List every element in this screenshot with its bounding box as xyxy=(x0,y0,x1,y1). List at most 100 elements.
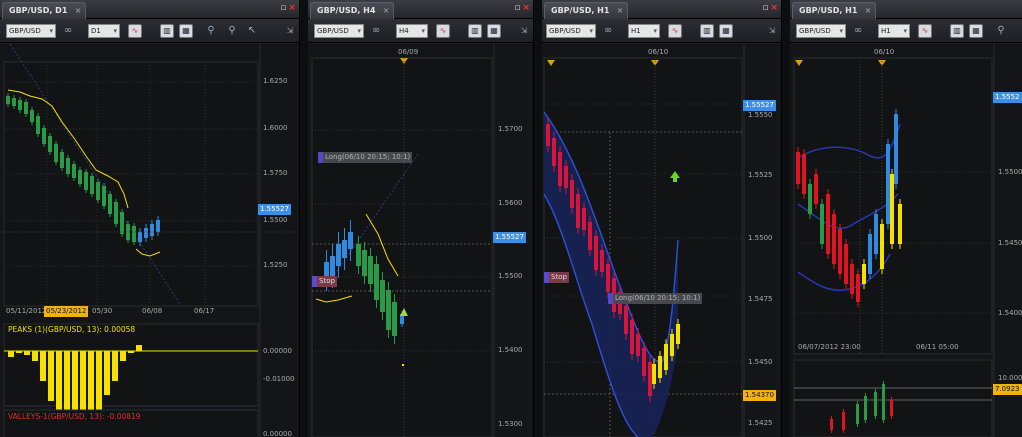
current-price-label: 1.55527 xyxy=(258,204,291,215)
chart-tab[interactable]: GBP/USD, H1 × xyxy=(792,2,877,19)
stop-order-label[interactable]: Stop xyxy=(544,272,569,283)
chart-pane-h1[interactable]: GBP/USD, H1× ▫× GBP/USD ∞ H1 ∿ ▥ ▦ ⇲ xyxy=(542,0,782,437)
long-order-label[interactable]: Long(06/10 20:15; 10:1) xyxy=(608,293,703,304)
indicator-scale-tick: 10.000 xyxy=(998,374,1022,382)
restore-icon[interactable]: ▫ xyxy=(514,3,520,13)
chart-area[interactable]: 06/09 Long(06/10 20:15; 10:1) Stop 1.570… xyxy=(308,44,533,437)
price-tick: 1.5750 xyxy=(263,169,288,177)
zoom-out-icon[interactable]: ⚲ xyxy=(226,24,238,38)
stop-order-label[interactable]: Stop xyxy=(312,276,337,287)
candle xyxy=(676,324,680,344)
grid-icon[interactable]: ▦ xyxy=(179,24,193,38)
candle xyxy=(630,320,634,354)
expand-icon[interactable]: ⇲ xyxy=(518,24,530,38)
candle xyxy=(652,364,656,384)
candle xyxy=(842,412,845,430)
zoom-in-icon[interactable]: ⚲ xyxy=(995,24,1007,38)
candle xyxy=(362,250,367,276)
layout-icon[interactable]: ▥ xyxy=(950,24,964,38)
grid-icon[interactable]: ▦ xyxy=(719,24,733,38)
chart-tab[interactable]: GBP/USD, H4 × xyxy=(310,2,395,19)
histogram-bar xyxy=(136,345,142,351)
chart-type-icon[interactable]: ∞ xyxy=(62,24,74,38)
long-order-label[interactable]: Long(06/10 20:15; 10:1) xyxy=(318,152,413,163)
zoom-in-icon[interactable]: ⚲ xyxy=(205,24,217,38)
histogram-bar xyxy=(32,351,38,361)
candle xyxy=(642,348,646,376)
chart-type-icon[interactable]: ∞ xyxy=(852,24,864,38)
date-marker-label: 06/10 xyxy=(874,48,895,56)
candle xyxy=(796,152,800,184)
candle xyxy=(24,102,28,114)
symbol-select[interactable]: GBP/USD xyxy=(796,24,846,38)
candle xyxy=(552,138,556,166)
timeframe-select[interactable]: H1 xyxy=(878,24,910,38)
close-window-icon[interactable]: × xyxy=(522,3,530,13)
chart-pane-d1[interactable]: GBP/USD, D1× ▫× GBP/USD ∞ D1 ∿ ▥ ▦ ⚲ ⚲ ↖… xyxy=(0,0,300,437)
candle xyxy=(856,274,860,302)
chart-pane-h4[interactable]: GBP/USD, H4× ▫× GBP/USD ∞ H4 ∿ ▥ ▦ ⇲ xyxy=(308,0,534,437)
peaks-indicator-title: PEAKS (1)(GBP/USD, 13): 0.00058 xyxy=(8,325,136,334)
price-tick: 1.5700 xyxy=(498,125,523,133)
chart-area[interactable]: 06/10 Stop Long(06/10 20:15; 10:1) 1.555… xyxy=(542,44,781,437)
chart-tab[interactable]: GBP/USD, H1 × xyxy=(544,2,629,19)
time-tick: 06/11 05:00 xyxy=(916,343,959,351)
chart-toolbar: GBP/USD ∞ H4 ∿ ▥ ▦ ⇲ xyxy=(308,19,533,43)
layout-icon[interactable]: ▥ xyxy=(700,24,714,38)
pointer-icon[interactable]: ↖ xyxy=(246,24,258,38)
candle xyxy=(570,180,574,208)
close-window-icon[interactable]: × xyxy=(770,3,778,13)
candle xyxy=(850,264,854,294)
candle xyxy=(96,182,100,200)
chart-toolbar: GBP/USD ∞ H1 ∿ ▥ ▦ ⇲ xyxy=(542,19,781,43)
chart-area[interactable]: 1.6250 1.6000 1.5750 1.5500 1.5250 1.555… xyxy=(0,43,299,437)
chart-pane-h1-2[interactable]: GBP/USD, H1 × GBP/USD ∞ H1 ∿ ▥ ▦ ⚲ xyxy=(790,0,1022,437)
grid-icon[interactable]: ▦ xyxy=(969,24,983,38)
template-icon[interactable]: ∿ xyxy=(668,24,682,38)
layout-icon[interactable]: ▥ xyxy=(468,24,482,38)
symbol-select[interactable]: GBP/USD xyxy=(6,24,56,38)
grid-icon[interactable]: ▦ xyxy=(487,24,501,38)
timeframe-select[interactable]: H1 xyxy=(628,24,660,38)
current-price-label: 1.55527 xyxy=(743,100,776,111)
template-icon[interactable]: ∿ xyxy=(128,24,142,38)
close-tab-icon[interactable]: × xyxy=(617,3,624,18)
candle xyxy=(814,174,818,204)
close-tab-icon[interactable]: × xyxy=(383,3,390,18)
close-window-icon[interactable]: × xyxy=(288,3,296,13)
expand-icon[interactable]: ⇲ xyxy=(766,24,778,38)
restore-icon[interactable]: ▫ xyxy=(762,3,768,13)
window-controls: ▫ × xyxy=(514,3,530,13)
symbol-select[interactable]: GBP/USD xyxy=(546,24,596,38)
candle xyxy=(336,244,341,266)
histogram-bar xyxy=(120,351,126,361)
candle xyxy=(546,124,550,146)
restore-icon[interactable]: ▫ xyxy=(280,3,286,13)
price-tick: 1.5500 xyxy=(998,168,1022,176)
candle xyxy=(114,202,118,224)
timeframe-select[interactable]: H4 xyxy=(396,24,428,38)
chart-tab[interactable]: GBP/USD, D1 × xyxy=(2,2,87,19)
chart-area[interactable]: 06/10 1.5500 1.5450 1.5400 1.5552 06/07/… xyxy=(790,44,1022,437)
timeframe-select[interactable]: D1 xyxy=(88,24,120,38)
expand-icon[interactable]: ⇲ xyxy=(284,24,296,38)
chart-type-icon[interactable]: ∞ xyxy=(370,24,382,38)
candle xyxy=(342,240,347,258)
template-icon[interactable]: ∿ xyxy=(918,24,932,38)
histogram-bar xyxy=(104,351,110,395)
close-tab-icon[interactable]: × xyxy=(865,3,872,18)
chart-type-icon[interactable]: ∞ xyxy=(602,24,614,38)
candle xyxy=(78,170,82,184)
histogram-bar xyxy=(16,351,22,353)
layout-icon[interactable]: ▥ xyxy=(160,24,174,38)
price-tick: 1.6000 xyxy=(263,124,288,132)
time-tick: 06/17 xyxy=(194,307,215,315)
candle xyxy=(898,204,902,244)
symbol-select[interactable]: GBP/USD xyxy=(314,24,364,38)
candle xyxy=(84,172,88,190)
close-tab-icon[interactable]: × xyxy=(75,3,82,18)
candle xyxy=(832,214,836,264)
candle xyxy=(808,184,812,214)
template-icon[interactable]: ∿ xyxy=(436,24,450,38)
candle xyxy=(648,362,652,396)
